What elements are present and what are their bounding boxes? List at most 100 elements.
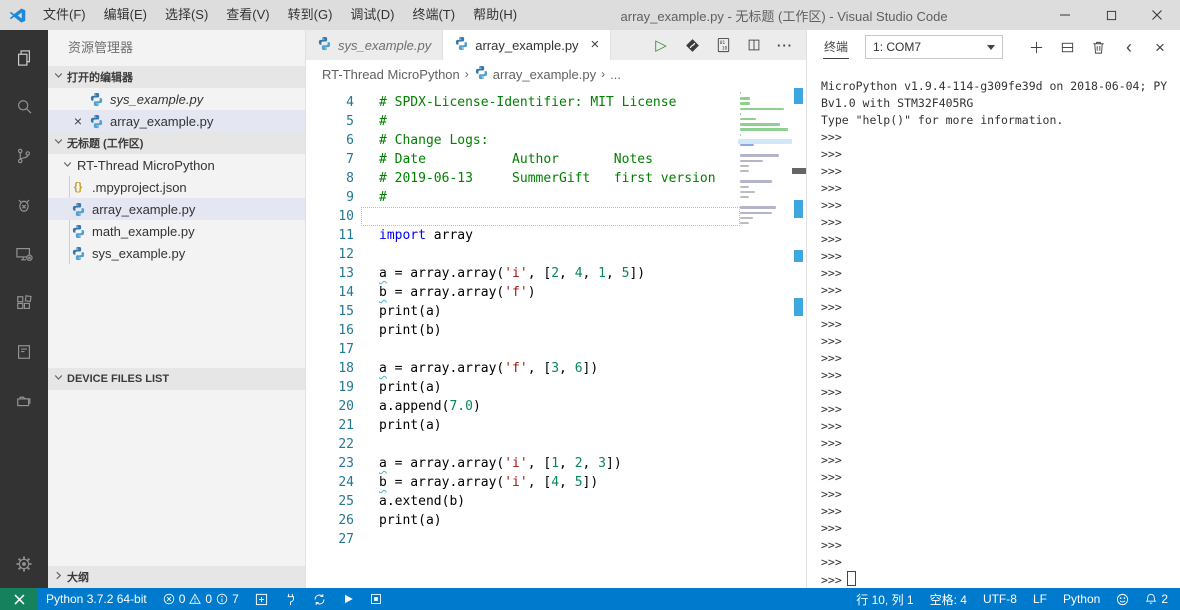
split-terminal-icon[interactable] (1055, 35, 1079, 59)
minimize-button[interactable] (1042, 0, 1088, 30)
menu-item[interactable]: 调试(D) (341, 0, 403, 30)
breadcrumb-item[interactable]: array_example.py (474, 65, 596, 83)
minimap[interactable] (738, 88, 792, 258)
tab-sys_example.py[interactable]: sys_example.py (306, 30, 444, 60)
activity-extensions-icon[interactable] (0, 278, 48, 327)
line-number: 8 (346, 171, 354, 186)
menu-item[interactable]: 转到(G) (279, 0, 342, 30)
code-editor[interactable]: 4 # SPDX-License-Identifier: MIT License 5… (306, 88, 806, 588)
code-line[interactable]: 23 a = array.array('i', [1, 2, 3]) (306, 454, 806, 473)
activity-debug-icon[interactable] (0, 180, 48, 229)
tab-terminal[interactable]: 终端 (823, 35, 850, 59)
tree-file-item[interactable]: {} .mpyproject.json (48, 176, 305, 198)
maximize-button[interactable] (1088, 0, 1134, 30)
close-icon[interactable]: × (68, 111, 88, 131)
activity-settings-gear-icon[interactable] (0, 539, 48, 588)
stop-icon[interactable] (362, 588, 390, 610)
code-line[interactable]: 6 # Change Logs: (306, 131, 806, 150)
code-line[interactable]: 9 # (306, 188, 806, 207)
code-line[interactable]: 24 b = array.array('i', [4, 5]) (306, 473, 806, 492)
tabs: sys_example.py array_example.py × (306, 30, 612, 60)
activity-folders-icon[interactable] (0, 376, 48, 425)
code-line[interactable]: 5 # (306, 112, 806, 131)
tree-file-item[interactable]: math_example.py (48, 220, 305, 242)
code-line[interactable]: 13 a = array.array('i', [2, 4, 1, 5]) (306, 264, 806, 283)
code-line[interactable]: 26 print(a) (306, 511, 806, 530)
code-line[interactable]: 17 (306, 340, 806, 359)
status-item[interactable]: 行 10, 列 1 (848, 588, 921, 610)
code-line[interactable]: 12 (306, 245, 806, 264)
menu-item[interactable]: 编辑(E) (95, 0, 156, 30)
code-line[interactable]: 18 a = array.array('f', [3, 6]) (306, 359, 806, 378)
open-editor-item[interactable]: × array_example.py (48, 110, 305, 132)
code-line[interactable]: 11 import array (306, 226, 806, 245)
line-number: 11 (338, 228, 354, 243)
code-line[interactable]: 21 print(a) (306, 416, 806, 435)
status-item[interactable]: Python 3.7.2 64-bit (38, 588, 155, 610)
plug-icon[interactable] (276, 588, 305, 610)
trash-icon[interactable] (1086, 35, 1110, 59)
tree-file-item[interactable]: array_example.py (48, 198, 305, 220)
status-item[interactable]: LF (1025, 588, 1055, 610)
section-open-editors[interactable]: 打开的编辑器 (48, 66, 305, 88)
activity-source-control-icon[interactable] (0, 131, 48, 180)
scrollbar-thumb[interactable] (792, 168, 806, 174)
status-item[interactable]: Python (1055, 588, 1108, 610)
sync-icon[interactable] (305, 588, 334, 610)
section-device-files[interactable]: DEVICE FILES LIST (48, 368, 305, 390)
run-icon[interactable] (334, 588, 362, 610)
plus-icon[interactable] (1024, 35, 1048, 59)
breadcrumb-item[interactable]: RT-Thread MicroPython (322, 67, 460, 82)
code-line[interactable]: 15 print(a) (306, 302, 806, 321)
tab-array_example.py[interactable]: array_example.py × (443, 30, 612, 60)
run-file-icon[interactable]: ▷ (650, 34, 672, 56)
code-line[interactable]: 20 a.append(7.0) (306, 397, 806, 416)
activity-remote-device-icon[interactable] (0, 229, 48, 278)
problems-status[interactable]: 007 (155, 588, 247, 610)
menu-item[interactable]: 终端(T) (403, 0, 464, 30)
split-editor-icon[interactable] (743, 34, 765, 56)
section-outline[interactable]: 大纲 (48, 566, 305, 588)
status-item[interactable]: 空格: 4 (922, 588, 975, 610)
close-tab-icon[interactable]: × (591, 37, 600, 52)
code-line[interactable]: 7 # Date Author Notes (306, 150, 806, 169)
menu-item[interactable]: 查看(V) (217, 0, 278, 30)
binary-view-icon[interactable]: 01 10 (712, 34, 734, 56)
section-workspace[interactable]: 无标题 (工作区) (48, 132, 305, 154)
close-panel-icon[interactable]: × (1148, 35, 1172, 59)
status-item[interactable]: UTF-8 (975, 588, 1025, 610)
code-line[interactable]: 27 (306, 530, 806, 549)
menu-item[interactable]: 选择(S) (156, 0, 217, 30)
terminal-output[interactable]: MicroPython v1.9.4-114-g309fe39d on 2018… (807, 64, 1180, 588)
code-line[interactable]: 4 # SPDX-License-Identifier: MIT License (306, 93, 806, 112)
code-line[interactable]: 8 # 2019-06-13 SummerGift first version (306, 169, 806, 188)
code-line[interactable]: 10 (306, 207, 806, 226)
notifications-bell[interactable]: 2 (1137, 588, 1176, 610)
overview-ruler-scrollbar[interactable] (792, 88, 806, 588)
open-editor-item[interactable]: sys_example.py (48, 88, 305, 110)
remote-indicator[interactable] (0, 588, 38, 610)
rtthread-icon[interactable] (681, 34, 703, 56)
smiley-icon[interactable] (1108, 588, 1137, 610)
code-line[interactable]: 22 (306, 435, 806, 454)
activity-search-icon[interactable] (0, 82, 48, 131)
breadcrumb-item[interactable]: ... (610, 67, 621, 82)
code-line[interactable]: 16 print(b) (306, 321, 806, 340)
new-project-icon[interactable] (247, 588, 276, 610)
close-window-button[interactable] (1134, 0, 1180, 30)
chevron-left-icon[interactable]: ‹ (1117, 35, 1141, 59)
breadcrumb[interactable]: RT-Thread MicroPython › array_example.py ›.… (306, 60, 806, 88)
code-line[interactable]: 19 print(a) (306, 378, 806, 397)
activity-notebook-icon[interactable] (0, 327, 48, 376)
code-line[interactable]: 25 a.extend(b) (306, 492, 806, 511)
code-line[interactable]: 14 b = array.array('f') (306, 283, 806, 302)
tree-folder-rt-thread[interactable]: RT-Thread MicroPython (48, 154, 305, 176)
editor-group: sys_example.py array_example.py × ▷ 01 10 ···… (306, 30, 806, 588)
menu-item[interactable]: 帮助(H) (464, 0, 526, 30)
menu-item[interactable]: 文件(F) (34, 0, 95, 30)
breadcrumb-label: array_example.py (492, 66, 597, 82)
tree-file-item[interactable]: sys_example.py (48, 242, 305, 264)
activity-explorer-icon[interactable] (0, 33, 48, 82)
more-actions-icon[interactable]: ··· (774, 34, 796, 56)
terminal-instance-select[interactable]: 1: COM7 (865, 35, 1004, 59)
